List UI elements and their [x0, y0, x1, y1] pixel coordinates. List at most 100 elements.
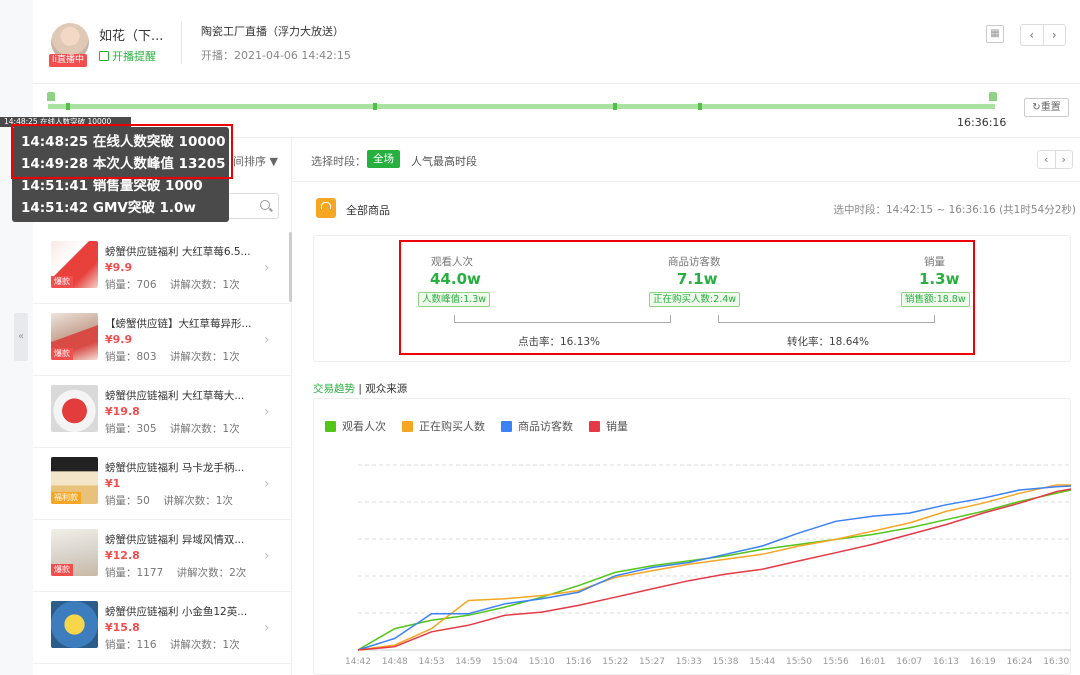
- timeline-track[interactable]: [48, 104, 995, 109]
- trend-chart: 14:42 14:48 14:53 14:59 15:04 15:10 15:16 15:22…: [345, 464, 1071, 667]
- x-tick-label: 15:16: [566, 657, 592, 667]
- chevron-right-icon[interactable]: ›: [264, 332, 270, 348]
- list-item[interactable]: 爆款 【螃蟹供应链】大红草莓异形... ¥9.9 销量：803 讲解次数：1次 …: [33, 304, 291, 376]
- selected-range: 选中时段：14:42:15 ~ 16:36:16 (共1时54分2秒): [833, 204, 1076, 216]
- product-explain: 讲解次数：1次: [163, 495, 233, 507]
- product-stats: 销量：706 讲解次数：1次: [105, 277, 240, 292]
- highlight-box: [399, 240, 975, 355]
- x-tick-label: 15:22: [602, 657, 628, 667]
- product-sales: 销量：1177: [105, 567, 164, 579]
- legend-item[interactable]: 商品访客数: [501, 418, 573, 434]
- legend-item[interactable]: 销量: [589, 418, 628, 434]
- list-item[interactable]: 螃蟹供应链福利 小金鱼12英... ¥15.8 销量：116 讲解次数：1次 ›: [33, 592, 291, 664]
- product-thumbnail[interactable]: [51, 601, 98, 648]
- trend-tabs: 交易趋势 | 观众来源: [313, 381, 407, 396]
- live-badge: li直播中: [49, 54, 88, 67]
- timeline-event-dot[interactable]: [698, 103, 702, 110]
- shopping-bag-icon: [316, 198, 336, 218]
- timeline-start-handle[interactable]: [47, 92, 55, 101]
- collapse-toggle[interactable]: «: [14, 313, 28, 361]
- tab-audience-source[interactable]: 观众来源: [365, 383, 407, 395]
- sort-dropdown[interactable]: 间排序 ▼: [233, 153, 278, 169]
- product-explain: 讲解次数：1次: [169, 279, 240, 291]
- chevron-right-icon[interactable]: ›: [264, 260, 270, 276]
- legend-label: 正在购买人数: [419, 420, 485, 433]
- period-label: 选择时段：: [311, 155, 366, 168]
- product-price: ¥9.9: [105, 261, 133, 274]
- product-tag: 爆款: [51, 348, 73, 360]
- legend-item[interactable]: 正在购买人数: [402, 418, 485, 434]
- header: li直播中 如花（下... 开播提醒 陶瓷工厂直播（浮力大放送） 开播：2021…: [33, 0, 1080, 84]
- event-line: 14:51:42 GMV突破 1.0w: [21, 200, 196, 216]
- reset-button[interactable]: ↻重置: [1024, 98, 1069, 117]
- anchor-name[interactable]: 如花（下...: [99, 25, 163, 44]
- x-tick-label: 16:01: [860, 657, 886, 667]
- chevron-left-icon[interactable]: ‹: [1038, 151, 1056, 168]
- legend-item[interactable]: 观看人次: [325, 418, 386, 434]
- all-goods-label[interactable]: 全部商品: [346, 202, 390, 218]
- start-time: 开播：2021-04-06 14:42:15: [201, 49, 351, 62]
- legend-label: 销量: [606, 420, 628, 433]
- product-explain: 讲解次数：1次: [169, 423, 240, 435]
- scrollbar[interactable]: [289, 232, 292, 302]
- product-sales: 销量：706: [105, 279, 157, 291]
- x-tick-label: 16:07: [896, 657, 922, 667]
- x-tick-label: 15:44: [749, 657, 775, 667]
- chevron-right-icon[interactable]: ›: [264, 404, 270, 420]
- header-divider: [181, 22, 182, 64]
- x-tick-label: 15:04: [492, 657, 518, 667]
- x-tick-label: 15:38: [713, 657, 739, 667]
- product-name: 螃蟹供应链福利 大红草莓大...: [105, 390, 245, 402]
- product-explain: 讲解次数：1次: [169, 351, 240, 363]
- remind-button[interactable]: 开播提醒: [99, 48, 156, 64]
- list-item[interactable]: 福利款 螃蟹供应链福利 马卡龙手柄... ¥1 销量：50 讲解次数：1次 ›: [33, 448, 291, 520]
- chevron-right-icon[interactable]: ›: [264, 548, 270, 564]
- period-pager: ‹ ›: [1037, 150, 1073, 169]
- chevron-right-icon[interactable]: ›: [1056, 151, 1073, 168]
- list-item[interactable]: 爆款 螃蟹供应链福利 异域风情双... ¥12.8 销量：1177 讲解次数：2…: [33, 520, 291, 592]
- product-thumbnail[interactable]: [51, 385, 98, 432]
- period-all-button[interactable]: 全场: [367, 150, 400, 168]
- product-thumbnail[interactable]: 爆款: [51, 529, 98, 576]
- room-title: 陶瓷工厂直播（浮力大放送）: [201, 25, 344, 38]
- product-stats: 销量：1177 讲解次数：2次: [105, 565, 246, 580]
- product-price: ¥19.8: [105, 405, 140, 418]
- calendar-icon[interactable]: ▦: [986, 25, 1004, 43]
- product-tag: 福利款: [51, 492, 81, 504]
- live-badge-label: 直播中: [57, 55, 85, 65]
- chevron-left-icon[interactable]: ‹: [1021, 25, 1044, 45]
- timeline-event-dot[interactable]: [66, 103, 70, 110]
- divider: [291, 138, 292, 675]
- x-tick-label: 14:48: [382, 657, 408, 667]
- product-price: ¥12.8: [105, 549, 140, 562]
- x-tick-label: 15:50: [786, 657, 812, 667]
- timeline-event-dot[interactable]: [613, 103, 617, 110]
- highlight-box: [11, 124, 233, 179]
- product-tag: 爆款: [51, 276, 73, 288]
- timeline-event-dot[interactable]: [373, 103, 377, 110]
- product-thumbnail[interactable]: 福利款: [51, 457, 98, 504]
- product-name: 【螃蟹供应链】大红草莓异形...: [105, 318, 252, 330]
- list-item[interactable]: 螃蟹供应链福利 大红草莓大... ¥19.8 销量：305 讲解次数：1次 ›: [33, 376, 291, 448]
- chevron-right-icon[interactable]: ›: [264, 476, 270, 492]
- product-thumbnail[interactable]: 爆款: [51, 241, 98, 288]
- product-stats: 销量：305 讲解次数：1次: [105, 421, 240, 436]
- list-item[interactable]: 爆款 螃蟹供应链福利 大红草莓6.5... ¥9.9 销量：706 讲解次数：1…: [33, 232, 291, 304]
- header-pager: ‹ ›: [1020, 24, 1066, 46]
- legend-label: 观看人次: [342, 420, 386, 433]
- legend-swatch: [325, 420, 336, 432]
- period-peak-button[interactable]: 人气最高时段: [411, 153, 477, 169]
- timeline-end-handle[interactable]: [989, 92, 997, 101]
- chevron-right-icon[interactable]: ›: [264, 620, 270, 636]
- x-tick-label: 15:27: [639, 657, 665, 667]
- series-line[interactable]: [357, 485, 1071, 651]
- tab-trade-trend[interactable]: 交易趋势: [313, 383, 355, 395]
- x-tick-label: 15:56: [823, 657, 849, 667]
- left-gutter: «: [0, 0, 33, 675]
- search-icon[interactable]: [260, 200, 270, 210]
- x-tick-label: 16:24: [1007, 657, 1033, 667]
- x-tick-label: 14:42: [345, 657, 371, 667]
- chevron-right-icon[interactable]: ›: [1044, 25, 1066, 45]
- refresh-icon: ↻: [1032, 102, 1041, 113]
- product-thumbnail[interactable]: 爆款: [51, 313, 98, 360]
